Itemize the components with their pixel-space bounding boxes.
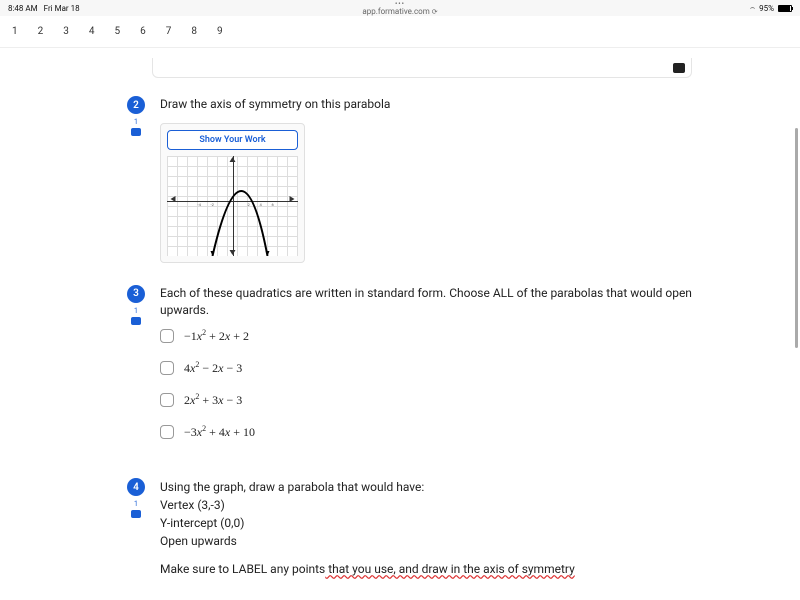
question-points: 1 (134, 118, 138, 126)
question-number-badge: 4 (127, 478, 145, 496)
choice-row: 2x2 + 3x − 3 (160, 392, 720, 408)
graph-card: Show Your Work -4 -2 2 (160, 123, 305, 263)
checkbox[interactable] (160, 329, 174, 343)
question-prompt: Each of these quadratics are written in … (160, 285, 720, 319)
content-area: 2 1 Draw the axis of symmetry on this pa… (0, 48, 800, 600)
q4-line2: Vertex (3,-3) (160, 496, 720, 514)
question-nav: 1 2 3 4 5 6 7 8 9 (0, 16, 800, 48)
svg-text:-4: -4 (198, 202, 202, 207)
choice-label: −3x2 + 4x + 10 (184, 424, 255, 440)
q4-line3: Y-intercept (0,0) (160, 514, 720, 532)
question-number-badge: 3 (127, 285, 145, 303)
wifi-icon: ⌢ (750, 3, 755, 13)
status-time: 8:48 AM (8, 4, 38, 13)
nav-item-1[interactable]: 1 (12, 26, 18, 37)
choice-label: 4x2 − 2x − 3 (184, 360, 242, 376)
comment-icon[interactable] (131, 510, 141, 518)
choice-label: 2x2 + 3x − 3 (184, 392, 242, 408)
question-number-badge: 2 (127, 96, 145, 114)
nav-item-6[interactable]: 6 (140, 26, 146, 37)
nav-item-9[interactable]: 9 (217, 26, 223, 37)
previous-answer-box (152, 58, 692, 78)
choice-label: −1x2 + 2x + 2 (184, 328, 249, 344)
checkbox[interactable] (160, 393, 174, 407)
question-prompt: Draw the axis of symmetry on this parabo… (160, 96, 720, 113)
svg-text:4: 4 (260, 202, 263, 207)
question-4: 4 1 Using the graph, draw a parabola tha… (120, 478, 760, 576)
checkbox[interactable] (160, 361, 174, 375)
q4-note-prefix: Make sure to LABEL any points (160, 562, 325, 576)
checkbox[interactable] (160, 425, 174, 439)
svg-text:-2: -2 (211, 202, 215, 207)
nav-item-2[interactable]: 2 (38, 26, 44, 37)
browser-url-area: ••• app.formative.com ⟳ (362, 1, 437, 16)
battery-percent: 95% (759, 4, 774, 13)
choice-row: −1x2 + 2x + 2 (160, 328, 720, 344)
q4-line4: Open upwards (160, 532, 720, 550)
status-date: Fri Mar 18 (44, 4, 80, 13)
question-points: 1 (134, 307, 138, 315)
svg-text:2: 2 (248, 202, 251, 207)
q4-line1: Using the graph, draw a parabola that wo… (160, 478, 720, 496)
choice-row: −3x2 + 4x + 10 (160, 424, 720, 440)
parabola-graph[interactable]: -4 -2 2 4 6 (167, 156, 298, 256)
nav-item-7[interactable]: 7 (166, 26, 172, 37)
battery-icon (778, 5, 792, 12)
nav-item-5[interactable]: 5 (115, 26, 121, 37)
choice-row: 4x2 − 2x − 3 (160, 360, 720, 376)
q4-note: Make sure to LABEL any points that you u… (160, 562, 720, 576)
comment-icon[interactable] (131, 317, 141, 325)
q4-note-wavy: that you use, and draw in the axis of sy… (325, 562, 575, 576)
nav-item-3[interactable]: 3 (63, 26, 69, 37)
parabola-curve-icon: -4 -2 2 4 6 (167, 156, 298, 256)
question-3: 3 1 Each of these quadratics are written… (120, 285, 760, 457)
page-url: app.formative.com (362, 7, 429, 16)
nav-item-4[interactable]: 4 (89, 26, 95, 37)
nav-item-8[interactable]: 8 (191, 26, 197, 37)
choice-list: −1x2 + 2x + 2 4x2 − 2x − 3 2x2 + 3x − 3 … (160, 328, 720, 440)
question-points: 1 (134, 500, 138, 508)
comment-icon[interactable] (131, 128, 141, 136)
keyboard-icon[interactable] (673, 63, 685, 73)
svg-text:6: 6 (272, 202, 275, 207)
question-2: 2 1 Draw the axis of symmetry on this pa… (120, 96, 760, 263)
show-your-work-button[interactable]: Show Your Work (167, 130, 298, 150)
status-bar: 8:48 AM Fri Mar 18 ••• app.formative.com… (0, 0, 800, 16)
scroll-indicator[interactable] (795, 128, 798, 348)
